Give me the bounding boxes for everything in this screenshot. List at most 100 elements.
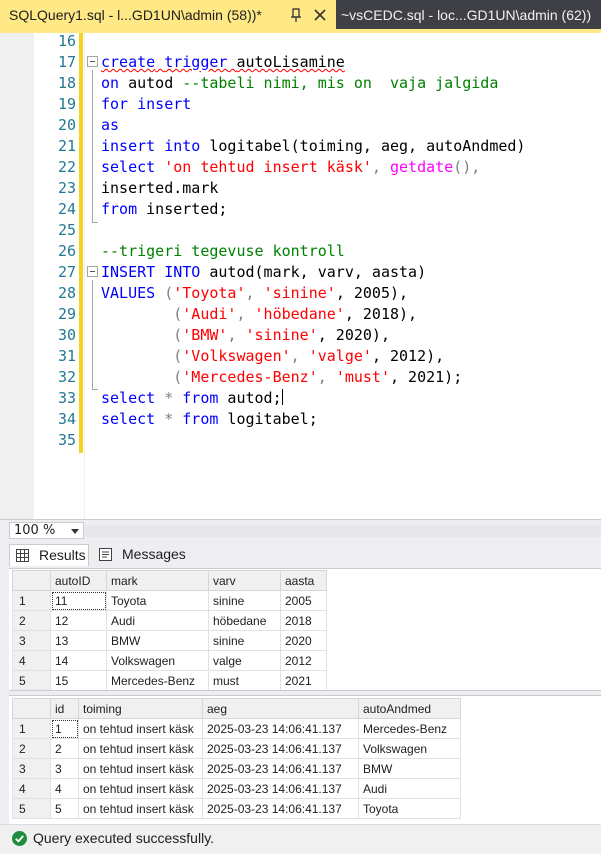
code-line-24: 24 from inserted;	[0, 199, 601, 220]
grid-cell[interactable]: Mercedes-Benz	[106, 670, 209, 691]
code-text: ('Mercedes-Benz', 'must', 2021);	[101, 368, 463, 386]
grid-cell[interactable]: Volkswagen	[106, 650, 209, 671]
close-icon[interactable]	[310, 5, 330, 25]
grid-cell[interactable]: 5	[50, 798, 79, 819]
code-text: select 'on tehtud insert käsk', getdate(…	[101, 158, 481, 176]
grid-cell[interactable]: 2025-03-23 14:06:41.137	[202, 798, 359, 819]
code-line-35: 35	[0, 430, 601, 451]
grid-cell[interactable]: 2025-03-23 14:06:41.137	[202, 778, 359, 799]
grid-cell[interactable]: Toyota	[358, 798, 461, 819]
row-header[interactable]: 2	[12, 610, 51, 631]
table-row[interactable]: 2 2 on tehtud insert käsk 2025-03-23 14:…	[12, 738, 461, 759]
grid-cell[interactable]: 2020	[280, 630, 327, 651]
grid-cell[interactable]: 2	[50, 738, 79, 759]
code-line-20: 20 as	[0, 115, 601, 136]
row-header[interactable]: 3	[12, 630, 51, 651]
line-number: 33	[57, 389, 76, 407]
grid-cell[interactable]: BMW	[106, 630, 209, 651]
table-row[interactable]: 3 13 BMW sinine 2020	[12, 630, 327, 651]
code-text: --trigeri tegevuse kontroll	[101, 242, 345, 260]
zoom-select[interactable]: 100 %	[9, 522, 84, 539]
grid-cell[interactable]: 2025-03-23 14:06:41.137	[202, 738, 359, 759]
grid-cell[interactable]: 13	[50, 630, 107, 651]
tab-results[interactable]: Results	[9, 544, 89, 566]
grid-cell[interactable]: höbedane	[208, 610, 281, 631]
row-header[interactable]: 5	[12, 670, 51, 691]
row-header[interactable]: 3	[12, 758, 51, 779]
code-line-27: 27 INSERT INTO autod(mark, varv, aasta)	[0, 262, 601, 283]
grid-corner	[12, 698, 51, 719]
grid-cell[interactable]: Audi	[358, 778, 461, 799]
grid-cell[interactable]: 3	[50, 758, 79, 779]
column-header[interactable]: aasta	[280, 570, 327, 591]
code-text: select * from logitabel;	[101, 410, 318, 428]
row-header[interactable]: 4	[12, 650, 51, 671]
column-header[interactable]: varv	[208, 570, 281, 591]
results-grid-logitabel[interactable]: id toiming aeg autoAndmed 1 1 on tehtud …	[12, 698, 461, 819]
grid-cell[interactable]: must	[208, 670, 281, 691]
line-number: 30	[57, 326, 76, 344]
grid-cell[interactable]: sinine	[208, 630, 281, 651]
column-header[interactable]: mark	[106, 570, 209, 591]
grid-header-row: id toiming aeg autoAndmed	[12, 698, 461, 719]
grid-cell[interactable]: BMW	[358, 758, 461, 779]
grid-cell[interactable]: on tehtud insert käsk	[78, 718, 203, 739]
line-number: 35	[57, 431, 76, 449]
grid-cell[interactable]: valge	[208, 650, 281, 671]
row-header[interactable]: 1	[12, 590, 51, 611]
line-number: 18	[57, 74, 76, 92]
table-row[interactable]: 5 5 on tehtud insert käsk 2025-03-23 14:…	[12, 798, 461, 819]
grid-cell[interactable]: 15	[50, 670, 107, 691]
grid-cell[interactable]: 2025-03-23 14:06:41.137	[202, 718, 359, 739]
grid-cell[interactable]: 1	[50, 718, 79, 739]
grid-cell[interactable]: 2025-03-23 14:06:41.137	[202, 758, 359, 779]
column-header[interactable]: id	[50, 698, 79, 719]
grid-cell[interactable]: 2018	[280, 610, 327, 631]
code-line-30: 30 ('BMW', 'sinine', 2020),	[0, 325, 601, 346]
grid-cell[interactable]: Toyota	[106, 590, 209, 611]
grid-cell[interactable]: 12	[50, 610, 107, 631]
results-grid-autod[interactable]: autoID mark varv aasta 1 11 Toyota sinin…	[12, 570, 327, 691]
grid-cell[interactable]: on tehtud insert käsk	[78, 798, 203, 819]
column-header[interactable]: aeg	[202, 698, 359, 719]
column-header[interactable]: toiming	[78, 698, 203, 719]
messages-icon	[99, 548, 112, 561]
table-row[interactable]: 4 14 Volkswagen valge 2012	[12, 650, 327, 671]
grid-splitter[interactable]	[9, 690, 601, 696]
row-header[interactable]: 2	[12, 738, 51, 759]
column-header[interactable]: autoAndmed	[358, 698, 461, 719]
column-header[interactable]: autoID	[50, 570, 107, 591]
table-row[interactable]: 1 1 on tehtud insert käsk 2025-03-23 14:…	[12, 718, 461, 739]
query-editor[interactable]: 16 17 create trigger autoLisamine 18 on …	[0, 32, 601, 519]
grid-cell[interactable]: Volkswagen	[358, 738, 461, 759]
row-header[interactable]: 5	[12, 798, 51, 819]
table-row[interactable]: 5 15 Mercedes-Benz must 2021	[12, 670, 327, 691]
grid-cell[interactable]: Audi	[106, 610, 209, 631]
grid-cell[interactable]: 11	[50, 590, 107, 611]
table-row[interactable]: 2 12 Audi höbedane 2018	[12, 610, 327, 631]
grid-cell[interactable]: on tehtud insert käsk	[78, 738, 203, 759]
grid-cell[interactable]: 2012	[280, 650, 327, 671]
grid-cell[interactable]: 2005	[280, 590, 327, 611]
grid-cell[interactable]: on tehtud insert käsk	[78, 778, 203, 799]
horizontal-scrollbar[interactable]	[84, 525, 601, 537]
code-text: on autod --tabeli nimi, mis on vaja jalg…	[101, 74, 499, 92]
pin-icon[interactable]	[287, 6, 305, 24]
grid-cell[interactable]: 2021	[280, 670, 327, 691]
table-row[interactable]: 1 11 Toyota sinine 2005	[12, 590, 327, 611]
row-header[interactable]: 1	[12, 718, 51, 739]
tab-messages[interactable]: Messages	[93, 544, 193, 566]
grid-cell[interactable]: 14	[50, 650, 107, 671]
code-text: insert into logitabel(toiming, aeg, auto…	[101, 137, 526, 155]
code-text: INSERT INTO autod(mark, varv, aasta)	[101, 263, 427, 281]
row-header[interactable]: 4	[12, 778, 51, 799]
grid-cell[interactable]: sinine	[208, 590, 281, 611]
table-row[interactable]: 3 3 on tehtud insert käsk 2025-03-23 14:…	[12, 758, 461, 779]
code-text: ('Audi', 'höbedane', 2018),	[101, 305, 418, 323]
grid-cell[interactable]: 4	[50, 778, 79, 799]
table-row[interactable]: 4 4 on tehtud insert käsk 2025-03-23 14:…	[12, 778, 461, 799]
line-number: 34	[57, 410, 76, 428]
grid-cell[interactable]: Mercedes-Benz	[358, 718, 461, 739]
grid-cell[interactable]: on tehtud insert käsk	[78, 758, 203, 779]
grid-header-row: autoID mark varv aasta	[12, 570, 327, 591]
